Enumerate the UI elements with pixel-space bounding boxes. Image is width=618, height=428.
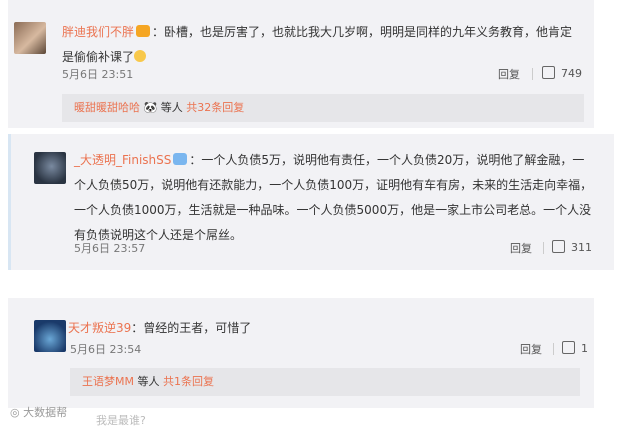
divider [543,242,544,254]
comment-body: ：曾经的王者，可惜了 [131,321,252,335]
emoji-icon [134,50,147,62]
avatar[interactable] [14,22,46,54]
vip-badge-icon [136,25,151,37]
username[interactable]: 胖迪我们不胖 [62,25,134,39]
sub-reply-count[interactable]: 共1条回复 [163,375,214,388]
like-button[interactable]: 311 [552,240,592,254]
username[interactable]: _大透明_FinishSS [74,153,171,167]
timestamp: 5月6日 23:54 [70,343,142,356]
thumbs-up-icon [542,66,555,79]
watermark-text: 大数据帮 [23,406,68,419]
sub-reply-label: 等人 [137,375,160,388]
like-count: 311 [571,241,592,254]
like-button[interactable]: 1 [562,341,588,355]
weibo-icon: ◎ [10,406,24,419]
sub-reply-label: 等人 [160,101,183,114]
thumbs-up-icon [562,341,575,354]
comment-text: _大透明_FinishSS ：一个人负债5万，说明他有责任，一个人负债20万，说明… [74,148,594,248]
sub-reply-count[interactable]: 共32条回复 [186,101,244,114]
reply-button[interactable]: 回复 [520,341,542,357]
sub-replies[interactable]: 暖甜暖甜哈哈 🐼 等人 共32条回复 [62,94,584,122]
like-count: 1 [581,342,588,355]
sub-replies[interactable]: 王语梦MM 等人 共1条回复 [70,368,580,396]
like-count: 749 [561,67,582,80]
sub-reply-user[interactable]: 王语梦MM [82,375,134,388]
reply-button[interactable]: 回复 [510,240,532,256]
sub-reply-user[interactable]: 暖甜暖甜哈哈 [74,101,140,114]
reply-button[interactable]: 回复 [498,66,520,82]
like-button[interactable]: 749 [542,66,582,80]
vip-badge-icon [173,153,188,165]
timestamp: 5月6日 23:57 [74,242,146,255]
watermark: ◎ 大数据帮 [10,404,67,420]
timestamp: 5月6日 23:51 [62,68,134,81]
username[interactable]: 天才叛逆39 [68,321,131,335]
comment-text: 胖迪我们不胖 ：卧槽，也是厉害了，也就比我大几岁啊，明明是同样的九年义务教育，他肯… [62,20,582,70]
comment-text: 天才叛逆39：曾经的王者，可惜了 [68,316,588,341]
panda-icon: 🐼 [143,101,158,114]
thumbs-up-icon [552,240,565,253]
avatar[interactable] [34,152,66,184]
divider [553,343,554,355]
divider [532,68,533,80]
avatar[interactable] [34,320,66,352]
